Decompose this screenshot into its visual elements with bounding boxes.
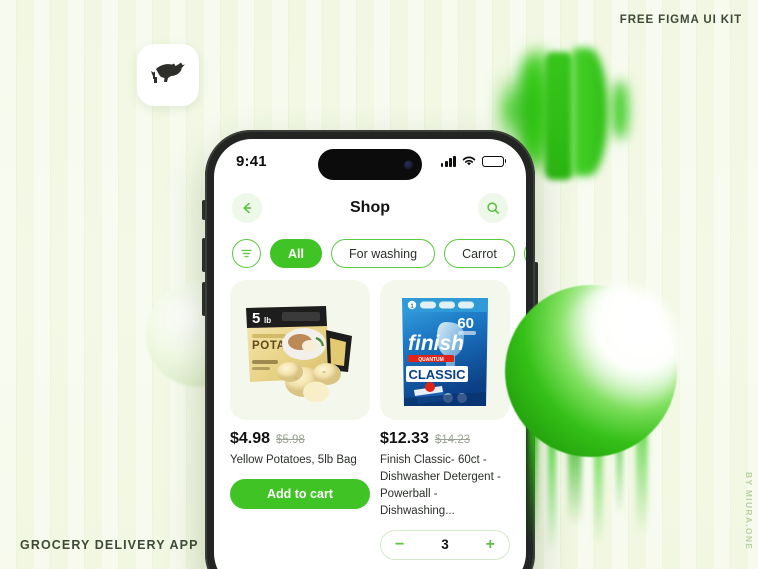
product-card[interactable]: 5 lb POTATOES	[230, 280, 370, 560]
credit-label: BY MIURA.ONE	[744, 472, 754, 551]
phone-screen: 9:41 Shop All For washing Carrot 5 lb $4…	[214, 139, 526, 569]
add-to-cart-button[interactable]: Add to cart	[230, 478, 370, 509]
finish-pack-illustration: 1 60 finish QUANTUM CLASSIC	[402, 298, 488, 406]
status-bar: 9:41	[214, 139, 526, 183]
product-name: Finish Classic- 60ct - Dishwasher Deterg…	[380, 454, 501, 517]
cellular-signal-icon	[440, 155, 456, 167]
filter-chip-button[interactable]	[232, 239, 261, 268]
phone-mockup: 9:41 Shop All For washing Carrot 5 lb $4…	[205, 130, 535, 569]
chip-label: All	[288, 246, 304, 261]
product-old-price: $5.98	[276, 434, 305, 446]
svg-text:finish: finish	[408, 332, 464, 355]
product-price: $4.98	[230, 430, 271, 447]
dynamic-island	[318, 149, 422, 180]
quantity-value: 3	[441, 537, 449, 553]
green-blur-shape-d	[612, 80, 628, 140]
price-row: $4.98 $5.98	[230, 430, 370, 448]
potato-bag-illustration: 5 lb POTATOES	[246, 306, 352, 403]
arrow-left-icon	[243, 202, 252, 214]
finish-classic-dishwasher-detergent-image[interactable]: 1 60 finish QUANTUM CLASSIC	[380, 280, 510, 420]
battery-full-icon	[482, 155, 504, 167]
price-row: $12.33 $14.23	[380, 430, 510, 448]
search-icon	[487, 202, 499, 214]
category-filter-row[interactable]: All For washing Carrot For home	[214, 229, 526, 280]
product-old-price: $14.23	[434, 434, 471, 446]
search-button[interactable]	[478, 193, 508, 223]
chip-carrot[interactable]: Carrot	[444, 239, 515, 268]
chip-for-home[interactable]: For home	[523, 239, 526, 268]
green-sphere-highlight	[560, 285, 680, 415]
bull-logo-icon	[151, 62, 185, 83]
chip-label: Carrot	[462, 246, 497, 261]
back-button[interactable]	[232, 193, 262, 223]
quantity-stepper[interactable]: − 3 +	[380, 529, 510, 560]
svg-text:lb: lb	[264, 316, 271, 325]
svg-text:QUANTUM: QUANTUM	[418, 357, 444, 363]
svg-text:CLASSIC: CLASSIC	[408, 367, 466, 382]
product-name: Yellow Potatoes, 5lb Bag	[230, 454, 357, 466]
green-blur-shape-b	[545, 52, 573, 180]
free-figma-ui-kit-label: FREE FIGMA UI KIT	[619, 14, 742, 26]
status-indicators	[440, 155, 504, 167]
chip-for-washing[interactable]: For washing	[330, 239, 436, 268]
product-price: $12.33	[380, 430, 429, 447]
chip-all[interactable]: All	[270, 239, 322, 268]
chip-label: For washing	[348, 246, 418, 261]
quantity-increase-button[interactable]: +	[486, 536, 495, 553]
svg-text:5: 5	[252, 310, 260, 327]
quantity-decrease-button[interactable]: −	[395, 536, 404, 553]
app-icon-badge	[137, 44, 199, 106]
app-header: Shop	[214, 183, 526, 229]
filter-icon	[241, 249, 252, 258]
product-grid-next-row	[214, 560, 526, 569]
grocery-delivery-app-label: GROCERY DELIVERY APP	[20, 538, 199, 552]
wifi-icon	[462, 156, 476, 166]
page-title: Shop	[350, 199, 390, 216]
yellow-potatoes-5lb-bag-image[interactable]: 5 lb POTATOES	[230, 280, 370, 420]
front-camera-icon	[404, 160, 413, 169]
product-grid: 5 lb POTATOES	[214, 280, 526, 560]
status-time: 9:41	[236, 152, 267, 170]
product-card[interactable]: 1 60 finish QUANTUM CLASSIC $12.33 $14.2…	[380, 280, 510, 560]
